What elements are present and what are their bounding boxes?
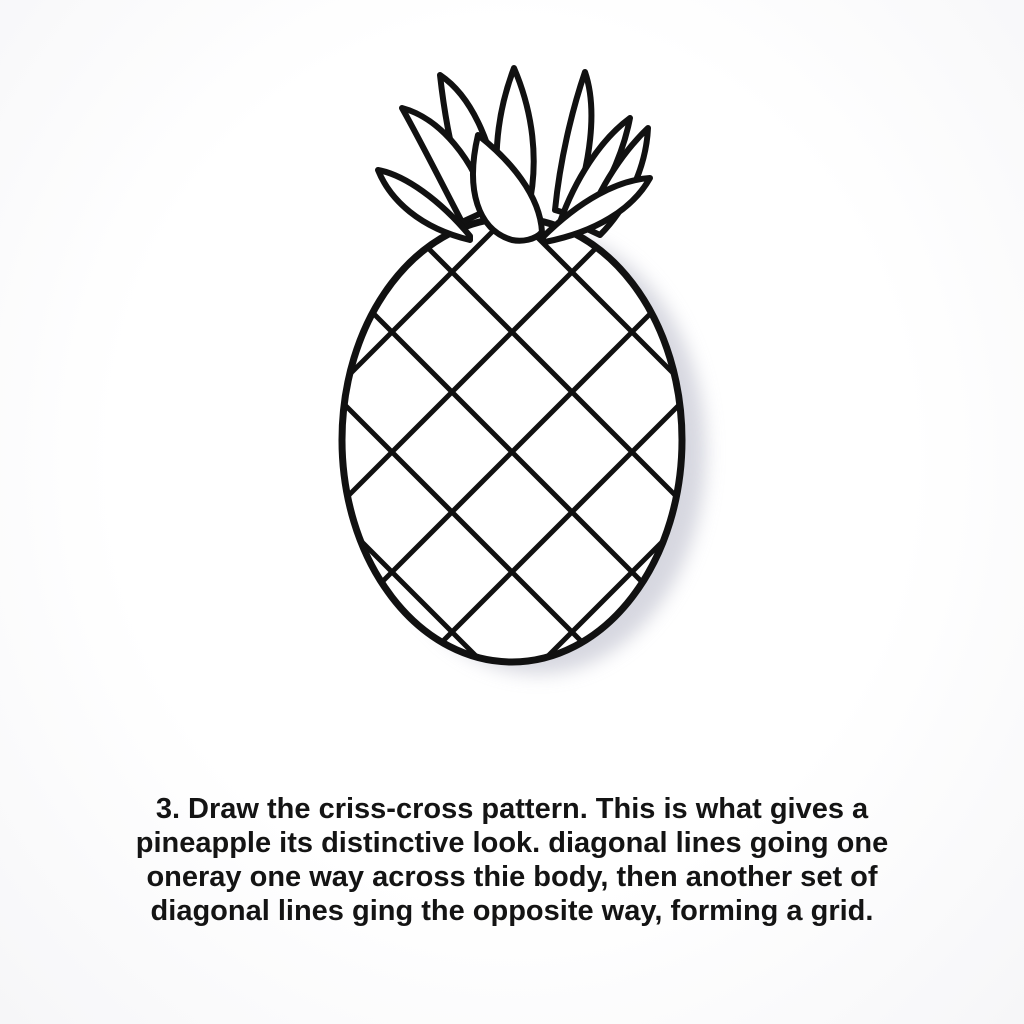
pineapple-crown <box>375 65 653 245</box>
tutorial-page: 3. Draw the criss-cross pattern. This is… <box>0 0 1024 1024</box>
caption-line-4: diagonal lines ging the opposite way, fo… <box>150 895 874 927</box>
caption-line-3: oneray one way across thie body, then an… <box>146 861 878 893</box>
caption-line-1: 3. Draw the criss-cross pattern. This is… <box>155 793 869 825</box>
instruction-caption: 3. Draw the criss-cross pattern. This is… <box>40 792 984 928</box>
pineapple-icon <box>338 65 706 674</box>
caption-line-2: pineapple its distinctive look. diagonal… <box>135 827 889 859</box>
